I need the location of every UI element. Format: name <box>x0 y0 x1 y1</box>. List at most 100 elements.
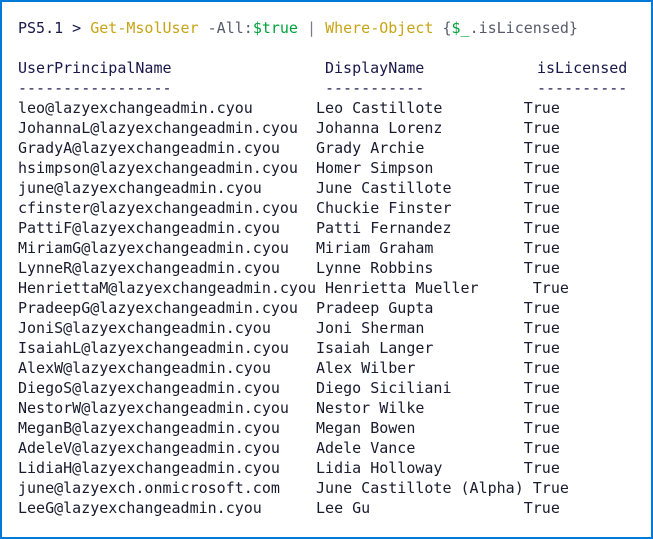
table-header-row: UserPrincipalName DisplayName isLicensed <box>18 58 651 78</box>
cell-displayname: June Castillote (Alpha) <box>316 479 533 497</box>
cell-userprincipalname: JohannaL@lazyexchangeadmin.cyou <box>18 119 317 137</box>
cell-displayname: Pradeep Gupta <box>316 299 524 317</box>
cell-displayname: June Castillote <box>316 179 524 197</box>
cell-userprincipalname: june@lazyexch.onmicrosoft.com <box>18 479 317 497</box>
cell-displayname: Isaiah Langer <box>316 339 524 357</box>
cell-islicensed: True <box>523 119 560 137</box>
cell-islicensed: True <box>523 359 560 377</box>
cell-userprincipalname: cfinster@lazyexchangeadmin.cyou <box>18 199 317 217</box>
cell-displayname: Grady Archie <box>316 139 524 157</box>
cell-islicensed: True <box>523 259 560 277</box>
powershell-console-window[interactable]: PS5.1 > Get-MsolUser -All:$true | Where-… <box>0 0 653 539</box>
cell-displayname: Nestor Wilke <box>316 399 524 417</box>
cell-userprincipalname: IsaiahL@lazyexchangeadmin.cyou <box>18 339 317 357</box>
table-row: DiegoS@lazyexchangeadmin.cyou Diego Sici… <box>18 378 651 398</box>
console-output-area[interactable]: PS5.1 > Get-MsolUser -All:$true | Where-… <box>2 2 651 518</box>
cell-userprincipalname: AdeleV@lazyexchangeadmin.cyou <box>18 439 317 457</box>
cell-islicensed: True <box>523 159 560 177</box>
cell-islicensed: True <box>523 179 560 197</box>
pipeline-variable: $_ <box>451 19 470 37</box>
table-row: GradyA@lazyexchangeadmin.cyou Grady Arch… <box>18 138 651 158</box>
cell-userprincipalname: NestorW@lazyexchangeadmin.cyou <box>18 399 317 417</box>
command-space-1 <box>199 19 208 37</box>
cell-displayname: Megan Bowen <box>316 419 524 437</box>
cell-islicensed: True <box>523 239 560 257</box>
table-row: PradeepG@lazyexchangeadmin.cyou Pradeep … <box>18 298 651 318</box>
value-true: $true <box>252 19 298 37</box>
cmdlet-get-msoluser: Get-MsolUser <box>90 19 199 37</box>
table-row: HenriettaM@lazyexchangeadmin.cyou Henrie… <box>18 278 651 298</box>
table-row: LidiaH@lazyexchangeadmin.cyou Lidia Holl… <box>18 458 651 478</box>
table-row: AdeleV@lazyexchangeadmin.cyou Adele Vanc… <box>18 438 651 458</box>
cell-userprincipalname: MiriamG@lazyexchangeadmin.cyou <box>18 239 317 257</box>
rule-displayname: ----------- <box>325 79 425 97</box>
cell-displayname: Henrietta Mueller <box>325 279 533 297</box>
cell-displayname: Johanna Lorenz <box>316 119 524 137</box>
cell-islicensed: True <box>523 339 560 357</box>
blank-line-after-command <box>18 38 651 58</box>
cell-userprincipalname: hsimpson@lazyexchangeadmin.cyou <box>18 159 317 177</box>
rule-islicensed: ---------- <box>537 79 628 97</box>
cell-displayname: Chuckie Finster <box>316 199 524 217</box>
table-row: PattiF@lazyexchangeadmin.cyou Patti Fern… <box>18 218 651 238</box>
table-row: cfinster@lazyexchangeadmin.cyou Chuckie … <box>18 198 651 218</box>
table-row: june@lazyexchangeadmin.cyou June Castill… <box>18 178 651 198</box>
cell-displayname: Adele Vance <box>316 439 524 457</box>
table-row: NestorW@lazyexchangeadmin.cyou Nestor Wi… <box>18 398 651 418</box>
cell-displayname: Homer Simpson <box>316 159 524 177</box>
cell-displayname: Alex Wilber <box>316 359 524 377</box>
cell-userprincipalname: LidiaH@lazyexchangeadmin.cyou <box>18 459 317 477</box>
cell-displayname: Joni Sherman <box>316 319 524 337</box>
cell-islicensed: True <box>523 459 560 477</box>
table-row: MiriamG@lazyexchangeadmin.cyou Miriam Gr… <box>18 238 651 258</box>
cell-islicensed: True <box>523 399 560 417</box>
cell-islicensed: True <box>523 419 560 437</box>
property-islicensed: .isLicensed <box>469 19 569 37</box>
cell-userprincipalname: june@lazyexchangeadmin.cyou <box>18 179 317 197</box>
table-row: june@lazyexch.onmicrosoft.com June Casti… <box>18 478 651 498</box>
cell-displayname: Leo Castillote <box>316 99 524 117</box>
parameter-all: -All: <box>207 19 253 37</box>
pipeline-operator: | <box>297 19 326 37</box>
table-row: IsaiahL@lazyexchangeadmin.cyou Isaiah La… <box>18 338 651 358</box>
column-header-displayname: DisplayName <box>325 59 425 77</box>
shell-prompt: PS5.1 > <box>18 19 91 37</box>
cell-userprincipalname: DiegoS@lazyexchangeadmin.cyou <box>18 379 317 397</box>
rule-userprincipalname: ----------------- <box>18 79 172 97</box>
cell-userprincipalname: PattiF@lazyexchangeadmin.cyou <box>18 219 317 237</box>
table-row: JoniS@lazyexchangeadmin.cyou Joni Sherma… <box>18 318 651 338</box>
cell-displayname: Diego Siciliani <box>316 379 524 397</box>
cell-userprincipalname: JoniS@lazyexchangeadmin.cyou <box>18 319 317 337</box>
cell-userprincipalname: MeganB@lazyexchangeadmin.cyou <box>18 419 317 437</box>
cell-displayname: Lynne Robbins <box>316 259 524 277</box>
cell-displayname: Lidia Holloway <box>316 459 524 477</box>
cell-displayname: Miriam Graham <box>316 239 524 257</box>
scriptblock-open-brace: { <box>433 19 452 37</box>
cell-userprincipalname: leo@lazyexchangeadmin.cyou <box>18 99 317 117</box>
cell-islicensed: True <box>523 299 560 317</box>
cell-islicensed: True <box>523 139 560 157</box>
table-body: leo@lazyexchangeadmin.cyou Leo Castillot… <box>18 98 651 518</box>
command-prompt-line[interactable]: PS5.1 > Get-MsolUser -All:$true | Where-… <box>18 18 651 38</box>
table-row: LeeG@lazyexchangeadmin.cyou Lee Gu True <box>18 498 651 518</box>
scriptblock-close-brace: } <box>568 19 578 37</box>
column-header-islicensed: isLicensed <box>537 59 628 77</box>
cell-islicensed: True <box>532 479 569 497</box>
table-row: hsimpson@lazyexchangeadmin.cyou Homer Si… <box>18 158 651 178</box>
cell-islicensed: True <box>523 319 560 337</box>
cell-userprincipalname: AlexW@lazyexchangeadmin.cyou <box>18 359 317 377</box>
cell-userprincipalname: LynneR@lazyexchangeadmin.cyou <box>18 259 317 277</box>
cell-userprincipalname: GradyA@lazyexchangeadmin.cyou <box>18 139 317 157</box>
cell-displayname: Lee Gu <box>316 499 524 517</box>
table-row: MeganB@lazyexchangeadmin.cyou Megan Bowe… <box>18 418 651 438</box>
cmdlet-where-object: Where-Object <box>325 19 434 37</box>
cell-islicensed: True <box>523 199 560 217</box>
cell-displayname: Patti Fernandez <box>316 219 524 237</box>
column-header-userprincipalname: UserPrincipalName <box>18 59 172 77</box>
cell-islicensed: True <box>523 439 560 457</box>
table-row: AlexW@lazyexchangeadmin.cyou Alex Wilber… <box>18 358 651 378</box>
cell-userprincipalname: HenriettaM@lazyexchangeadmin.cyou <box>18 279 326 297</box>
table-row: LynneR@lazyexchangeadmin.cyou Lynne Robb… <box>18 258 651 278</box>
cell-islicensed: True <box>523 499 560 517</box>
cell-userprincipalname: LeeG@lazyexchangeadmin.cyou <box>18 499 317 517</box>
